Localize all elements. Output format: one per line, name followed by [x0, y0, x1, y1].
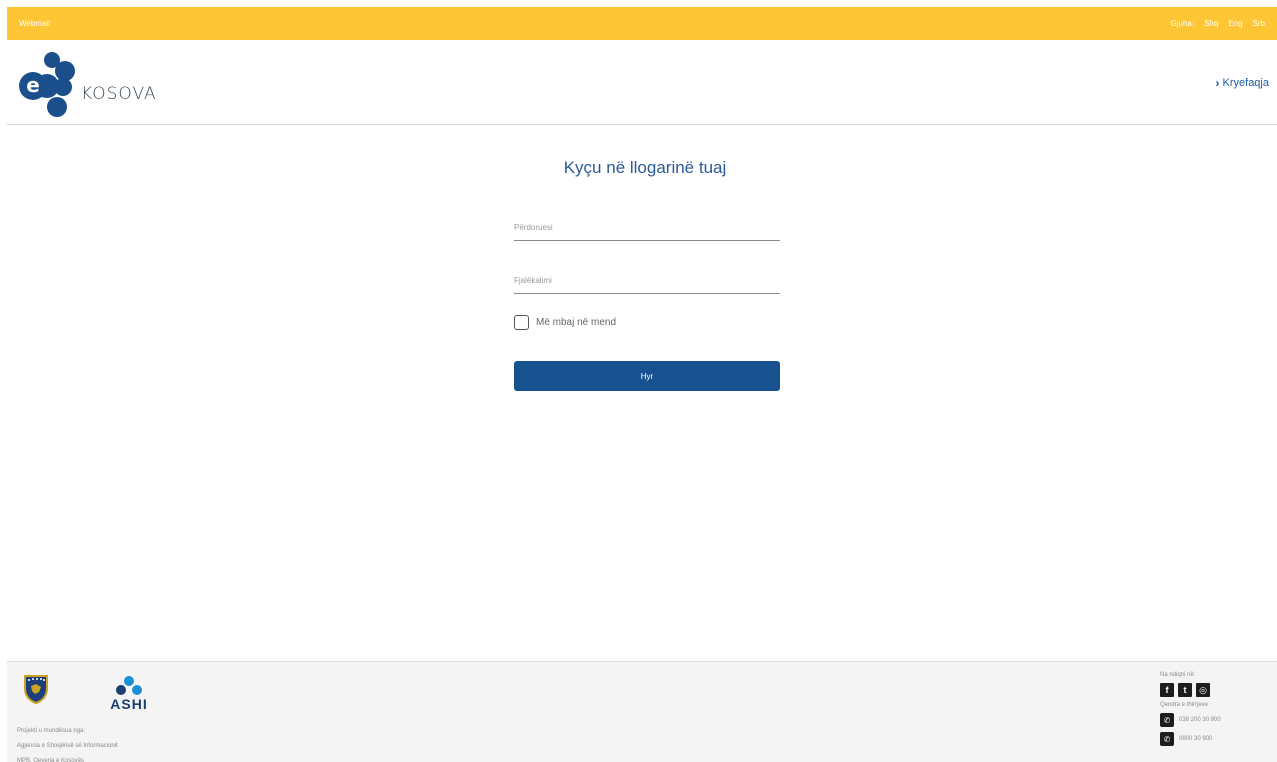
credit-line: Projekti u mundësua nga:	[17, 728, 86, 734]
site-header: e KOSOVA › Kryefaqja	[7, 40, 1277, 125]
phone-icon: ✆	[1160, 713, 1174, 727]
language-sr-link[interactable]: Srb	[1253, 19, 1265, 28]
phone-number[interactable]: 0800 30 900	[1179, 736, 1212, 742]
instagram-icon[interactable]: ◎	[1196, 683, 1210, 697]
footer-credit-text: Projekti u mundësua nga: Agjencia e Shoq…	[17, 724, 217, 762]
phone-icon: ✆	[1160, 732, 1174, 746]
ashi-logo-mark	[116, 676, 142, 695]
ekosova-logo[interactable]: e KOSOVA	[17, 52, 156, 118]
svg-text:e: e	[26, 73, 40, 97]
language-sq-link[interactable]: Shq	[1204, 19, 1218, 28]
webmail-link[interactable]: Webmail	[19, 19, 50, 28]
password-field	[514, 268, 780, 294]
top-bar: Webmail Gjuha: Shq Eng Srb	[7, 7, 1277, 40]
facebook-icon[interactable]: f	[1160, 683, 1174, 697]
call-center-label: Qendra e thirrjeve	[1160, 702, 1209, 708]
home-link[interactable]: › Kryefaqja	[1216, 76, 1269, 90]
home-link-label: Kryefaqja	[1222, 77, 1269, 89]
language-label: Gjuha:	[1170, 19, 1195, 28]
remember-me-checkbox[interactable]	[514, 315, 529, 330]
footer-contact: Na ndiqni në: f t ◎ Qendra e thirrjeve ✆…	[1160, 672, 1270, 746]
phone-row: ✆ 038 200 30 900	[1160, 713, 1270, 727]
login-title: Kyçu në llogarinë tuaj	[563, 158, 727, 177]
credit-line: MPB, Qeveria e Kosovës	[17, 758, 85, 762]
twitter-icon[interactable]: t	[1178, 683, 1192, 697]
logo-text: KOSOVA	[81, 84, 157, 104]
login-button[interactable]: Hyr	[514, 361, 780, 391]
follow-label: Na ndiqni në:	[1160, 672, 1196, 678]
ashi-text: ASHI	[110, 696, 148, 712]
username-field	[514, 215, 780, 241]
password-input[interactable]	[514, 268, 780, 293]
site-footer: ASHI Projekti u mundësua nga: Agjencia e…	[7, 661, 1277, 762]
credit-line: Agjencia e Shoqërisë së Informacionit	[17, 743, 118, 749]
language-switcher: Gjuha: Shq Eng Srb	[1171, 19, 1266, 28]
chevron-right-icon: ›	[1215, 76, 1220, 90]
ashi-logo: ASHI	[99, 674, 159, 718]
remember-me-label: Më mbaj në mend	[536, 317, 617, 328]
language-en-link[interactable]: Eng	[1228, 19, 1242, 28]
social-links: f t ◎	[1160, 683, 1270, 697]
phone-row: ✆ 0800 30 900	[1160, 732, 1270, 746]
remember-me[interactable]: Më mbaj në mend	[514, 315, 616, 330]
username-input[interactable]	[514, 215, 780, 240]
phone-number[interactable]: 038 200 30 900	[1179, 717, 1221, 723]
kosovo-emblem-icon	[24, 675, 48, 704]
